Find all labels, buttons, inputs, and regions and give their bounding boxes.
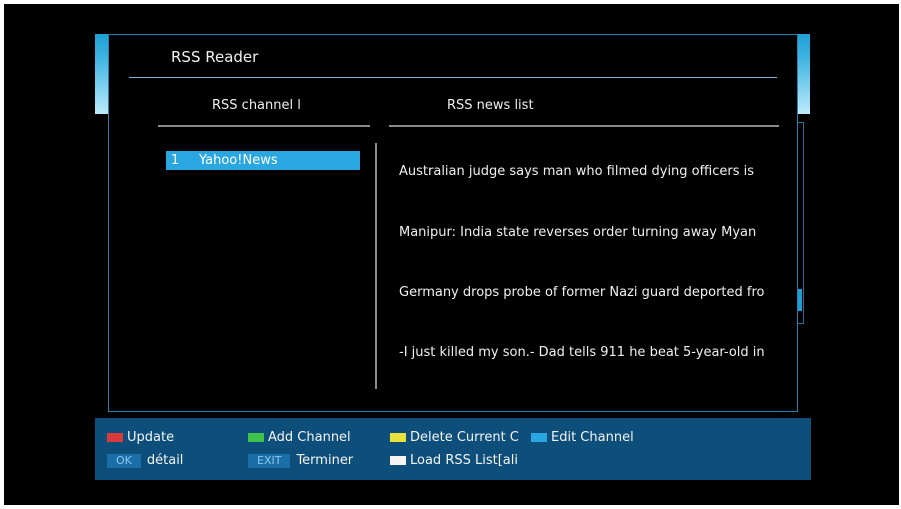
ok-detail-label: détail <box>146 453 184 468</box>
channel-number: 1 <box>171 153 180 168</box>
decorative-right-bar <box>796 34 810 114</box>
blue-key-icon <box>531 433 547 442</box>
exit-key-icon: EXIT <box>248 453 291 468</box>
yellow-key-icon <box>390 433 406 442</box>
exit-label: Terminer <box>296 453 354 468</box>
ok-detail-hint[interactable]: OK détail <box>107 453 183 468</box>
tv-screen: RSS Reader RSS channel l RSS news list 1… <box>4 4 899 505</box>
update-hint[interactable]: Update <box>107 430 174 445</box>
news-item[interactable]: Germany drops probe of former Nazi guard… <box>399 285 779 300</box>
channel-list-header: RSS channel l <box>212 98 301 113</box>
news-item[interactable]: -I just killed my son.- Dad tells 911 he… <box>399 345 779 360</box>
channel-header-rule <box>158 125 370 127</box>
edit-channel-hint[interactable]: Edit Channel <box>531 430 634 445</box>
channel-name: Yahoo!News <box>199 153 278 168</box>
load-rss-list-hint[interactable]: Load RSS List[ali <box>390 453 518 468</box>
delete-current-label: Delete Current C <box>410 430 519 445</box>
add-channel-label: Add Channel <box>268 430 351 445</box>
green-key-icon <box>248 433 264 442</box>
column-divider <box>375 143 377 389</box>
news-item[interactable]: Manipur: India state reverses order turn… <box>399 225 779 240</box>
load-rss-list-label: Load RSS List[ali <box>410 453 518 468</box>
news-item[interactable]: Australian judge says man who filmed dyi… <box>399 164 779 179</box>
news-list-header: RSS news list <box>447 98 534 113</box>
scrollbar-thumb[interactable] <box>798 289 802 311</box>
key-hint-bar: Update Add Channel Delete Current C Edit… <box>95 418 811 480</box>
exit-hint[interactable]: EXIT Terminer <box>248 453 353 468</box>
rss-reader-panel: RSS Reader RSS channel l RSS news list 1… <box>108 34 798 412</box>
white-key-icon <box>390 456 406 465</box>
channel-item-yahoo-news[interactable]: 1 Yahoo!News <box>166 151 360 170</box>
ok-key-icon: OK <box>107 453 141 468</box>
page-title: RSS Reader <box>171 48 259 66</box>
red-key-icon <box>107 433 123 442</box>
edit-channel-label: Edit Channel <box>551 430 634 445</box>
title-divider <box>129 77 777 78</box>
update-label: Update <box>127 430 175 445</box>
delete-current-hint[interactable]: Delete Current C <box>390 430 519 445</box>
add-channel-hint[interactable]: Add Channel <box>248 430 351 445</box>
news-header-rule <box>389 125 779 127</box>
